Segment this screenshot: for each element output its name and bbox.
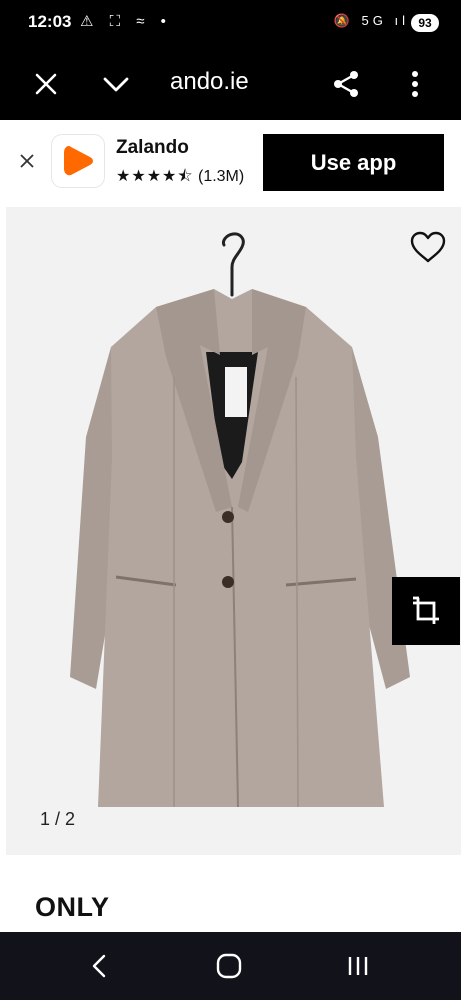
view-similar-button[interactable] bbox=[392, 577, 460, 645]
app-rating: ★★★★⯪ (1.3M) bbox=[116, 165, 244, 192]
battery-indicator: 93 bbox=[411, 14, 439, 32]
nav-back-button[interactable] bbox=[80, 946, 120, 986]
chevron-down-icon bbox=[103, 77, 129, 92]
heart-icon bbox=[410, 231, 446, 263]
browser-toolbar: ando.ie bbox=[0, 48, 461, 120]
recents-icon bbox=[348, 957, 368, 975]
banner-close-button[interactable] bbox=[12, 146, 42, 176]
app-name: Zalando bbox=[116, 137, 189, 158]
zalando-logo bbox=[52, 135, 104, 187]
product-image-carousel[interactable]: 1 / 2 bbox=[6, 207, 461, 855]
close-icon bbox=[35, 73, 57, 95]
signal-icons: 🔕 5G ıl bbox=[333, 13, 409, 28]
app-install-banner: Zalando ★★★★⯪ (1.3M) Use app bbox=[0, 120, 461, 204]
use-app-button[interactable]: Use app bbox=[263, 134, 444, 191]
minimize-button[interactable] bbox=[94, 62, 138, 106]
more-options-button[interactable] bbox=[393, 62, 437, 106]
notification-icons: ⚠ ⛶ ≈ • bbox=[80, 13, 172, 30]
share-button[interactable] bbox=[324, 62, 368, 106]
rating-stars: ★★★★⯪ bbox=[116, 168, 194, 185]
nav-recents-button[interactable] bbox=[338, 946, 378, 986]
home-icon bbox=[216, 953, 242, 979]
back-icon bbox=[92, 954, 106, 978]
image-counter: 1 / 2 bbox=[40, 809, 76, 829]
nav-home-button[interactable] bbox=[209, 946, 249, 986]
wishlist-button[interactable] bbox=[408, 227, 448, 267]
close-tab-button[interactable] bbox=[24, 62, 68, 106]
rating-count: (1.3M) bbox=[197, 168, 245, 185]
share-icon bbox=[334, 71, 358, 97]
status-bar: 12:03 ⚠ ⛶ ≈ • 🔕 5G ıl 93 bbox=[0, 0, 461, 48]
url-text[interactable]: ando.ie bbox=[170, 68, 249, 96]
system-navigation-bar bbox=[0, 932, 461, 1000]
product-brand[interactable]: ONLY bbox=[35, 892, 110, 923]
coat-product-photo bbox=[70, 232, 410, 808]
zalando-play-icon bbox=[64, 146, 93, 176]
status-time: 12:03 bbox=[28, 12, 72, 31]
more-vert-icon bbox=[412, 71, 418, 97]
view-similar-icon bbox=[413, 596, 439, 624]
close-icon bbox=[20, 154, 34, 168]
